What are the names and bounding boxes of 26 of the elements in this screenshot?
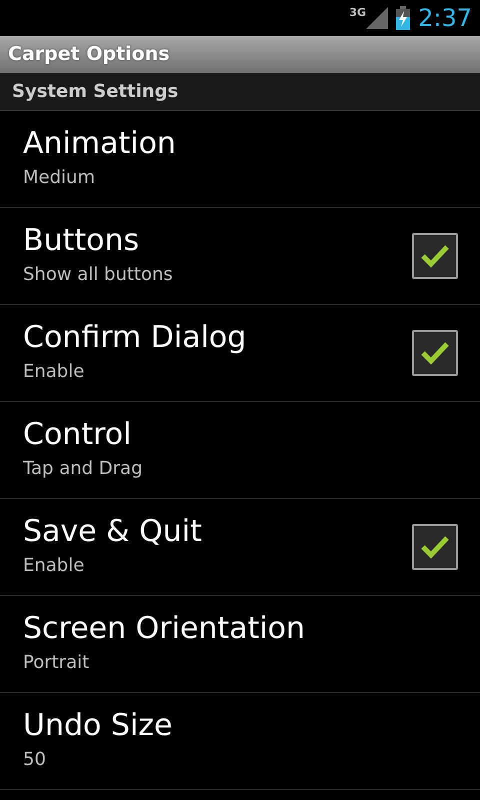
setting-summary: Portrait — [23, 651, 90, 675]
setting-summary: 50 — [23, 748, 47, 772]
checkmark-icon — [420, 243, 450, 269]
checkmark-icon — [420, 340, 450, 366]
signal-icon — [366, 7, 388, 29]
setting-title: Buttons — [23, 224, 140, 257]
setting-summary: Show all buttons — [23, 263, 173, 287]
network-type-label: 3G — [349, 7, 366, 18]
setting-title: Animation — [23, 127, 176, 160]
checkmark-icon — [420, 534, 450, 560]
setting-title: Control — [23, 418, 132, 451]
setting-title: Save & Quit — [23, 515, 202, 548]
window-title: Carpet Options — [8, 42, 170, 68]
setting-summary: Medium — [23, 166, 96, 190]
checkbox[interactable] — [412, 233, 458, 279]
setting-title: Undo Size — [23, 709, 172, 742]
setting-summary: Tap and Drag — [23, 457, 142, 481]
setting-title: Screen Orientation — [23, 612, 306, 645]
checkbox[interactable] — [412, 330, 458, 376]
charging-battery-icon — [396, 6, 410, 30]
setting-title: Confirm Dialog — [23, 321, 246, 354]
section-header: System Settings — [12, 80, 178, 104]
setting-summary: Enable — [23, 554, 86, 578]
status-time: 2:37 — [418, 6, 472, 30]
checkbox[interactable] — [412, 524, 458, 570]
setting-summary: Enable — [23, 360, 86, 384]
